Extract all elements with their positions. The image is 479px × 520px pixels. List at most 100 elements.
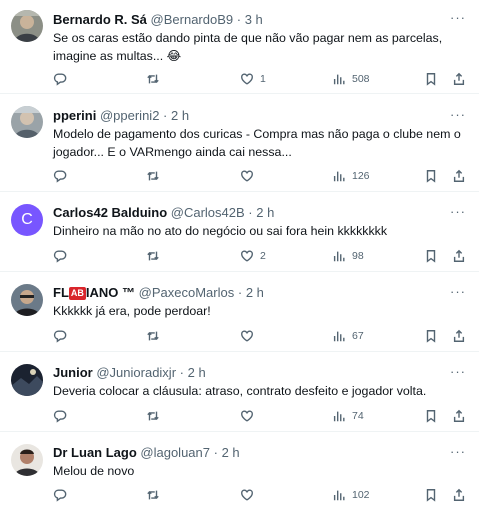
avatar[interactable]	[11, 364, 43, 396]
like-button[interactable]: 1	[240, 70, 266, 88]
tweet[interactable]: Dr Luan Lago @lagoluan7 · 2 h ··· Melou …	[0, 432, 479, 520]
avatar[interactable]	[11, 106, 43, 138]
tweet[interactable]: Bernardo R. Sá @BernardoB9 · 3 h ··· Se …	[0, 0, 479, 94]
share-button[interactable]	[452, 327, 466, 345]
display-name[interactable]: Carlos42 Balduino	[53, 205, 167, 220]
tweet[interactable]: FL AB IANO ™ @PaxecoMarlos · 2 h ··· Kkkkk…	[0, 272, 479, 352]
timestamp[interactable]: 2 h	[256, 205, 274, 220]
retweet-button[interactable]	[146, 247, 160, 265]
handle[interactable]: @BernardoB9	[151, 12, 234, 27]
share-button[interactable]	[452, 486, 466, 504]
views-button[interactable]: 74	[332, 407, 364, 425]
views-icon	[333, 411, 345, 422]
handle[interactable]: @PaxecoMarlos	[139, 285, 235, 300]
share-button[interactable]	[452, 167, 466, 185]
handle[interactable]: @pperini2	[100, 108, 159, 123]
views-count: 508	[352, 73, 370, 85]
display-name[interactable]: Bernardo R. Sá	[53, 12, 147, 27]
avatar[interactable]	[11, 10, 43, 42]
avatar[interactable]	[11, 444, 43, 476]
views-count: 67	[352, 330, 364, 342]
retweet-button[interactable]	[146, 327, 160, 345]
action-bar: 102	[50, 486, 469, 504]
like-button[interactable]	[240, 327, 254, 345]
share-icon	[453, 329, 465, 342]
action-bar: 126	[50, 167, 469, 185]
tweet-text: Se os caras estão dando pinta de que não…	[53, 29, 465, 65]
reply-button[interactable]	[53, 167, 67, 185]
action-bar: 1 508	[50, 70, 469, 88]
reply-button[interactable]	[53, 407, 67, 425]
retweet-button[interactable]	[146, 407, 160, 425]
tweet[interactable]: Junior @Junioradixjr · 2 h ··· Deveria c…	[0, 352, 479, 432]
bookmark-button[interactable]	[424, 167, 438, 185]
action-bar: 67	[50, 327, 469, 345]
reply-button[interactable]	[53, 247, 67, 265]
tweet[interactable]: C Carlos42 Balduino @Carlos42B · 2 h ···…	[0, 192, 479, 272]
views-button[interactable]: 126	[332, 167, 370, 185]
more-options-icon[interactable]: ···	[449, 363, 467, 381]
views-button[interactable]: 98	[332, 247, 364, 265]
like-button[interactable]	[240, 486, 254, 504]
avatar-letter: C	[21, 211, 33, 228]
more-options-icon[interactable]: ···	[449, 203, 467, 221]
bookmark-button[interactable]	[424, 247, 438, 265]
tweet-text-line: Se os caras estão dando pinta de que não…	[53, 31, 443, 45]
timestamp[interactable]: 2 h	[188, 365, 206, 380]
avatar[interactable]: C	[11, 204, 43, 236]
views-count: 126	[352, 170, 370, 182]
timestamp[interactable]: 2 h	[222, 445, 240, 460]
tweet-text: Deveria colocar a cláusula: atraso, cont…	[53, 382, 465, 400]
share-button[interactable]	[452, 407, 466, 425]
share-button[interactable]	[452, 247, 466, 265]
handle[interactable]: @lagoluan7	[140, 445, 210, 460]
like-button[interactable]	[240, 407, 254, 425]
reply-button[interactable]	[53, 70, 67, 88]
tweet-text: Modelo de pagamento dos curicas - Compra…	[53, 125, 465, 161]
more-options-icon[interactable]: ···	[449, 443, 467, 461]
display-name[interactable]: FL AB IANO ™	[53, 285, 135, 300]
views-button[interactable]: 508	[332, 70, 370, 88]
like-button[interactable]: 2	[240, 247, 266, 265]
retweet-icon	[147, 331, 159, 341]
bookmark-button[interactable]	[424, 327, 438, 345]
tweet-header: FL AB IANO ™ @PaxecoMarlos · 2 h	[53, 284, 449, 302]
avatar[interactable]	[11, 284, 43, 316]
more-options-icon[interactable]: ···	[449, 283, 467, 301]
views-count: 102	[352, 489, 370, 501]
views-icon	[333, 331, 345, 342]
display-name[interactable]: pperini	[53, 108, 96, 123]
like-button[interactable]	[240, 167, 254, 185]
timestamp[interactable]: 2 h	[246, 285, 264, 300]
retweet-button[interactable]	[146, 70, 160, 88]
bookmark-button[interactable]	[424, 407, 438, 425]
share-button[interactable]	[452, 70, 466, 88]
tweet-header: pperini @pperini2 · 2 h	[53, 107, 449, 125]
action-bar: 2 98	[50, 247, 469, 265]
display-name[interactable]: Dr Luan Lago	[53, 445, 137, 460]
reply-button[interactable]	[53, 327, 67, 345]
bookmark-icon	[426, 489, 436, 502]
handle[interactable]: @Junioradixjr	[96, 365, 176, 380]
tweet[interactable]: pperini @pperini2 · 2 h ··· Modelo de pa…	[0, 94, 479, 192]
views-button[interactable]: 67	[332, 327, 364, 345]
retweet-icon	[147, 171, 159, 181]
reply-button[interactable]	[53, 486, 67, 504]
reply-icon	[53, 170, 67, 183]
bookmark-icon	[426, 73, 436, 86]
bookmark-button[interactable]	[424, 70, 438, 88]
share-icon	[453, 72, 465, 85]
views-button[interactable]: 102	[332, 486, 370, 504]
retweet-button[interactable]	[146, 167, 160, 185]
more-options-icon[interactable]: ···	[449, 106, 467, 124]
timestamp[interactable]: 2 h	[171, 108, 189, 123]
handle[interactable]: @Carlos42B	[171, 205, 245, 220]
timestamp[interactable]: 3 h	[245, 12, 263, 27]
bookmark-button[interactable]	[424, 486, 438, 504]
retweet-button[interactable]	[146, 486, 160, 504]
separator: ·	[236, 12, 242, 27]
more-options-icon[interactable]: ···	[449, 9, 467, 27]
tweet-header: Junior @Junioradixjr · 2 h	[53, 364, 449, 382]
separator: ·	[237, 285, 243, 300]
display-name[interactable]: Junior	[53, 365, 93, 380]
